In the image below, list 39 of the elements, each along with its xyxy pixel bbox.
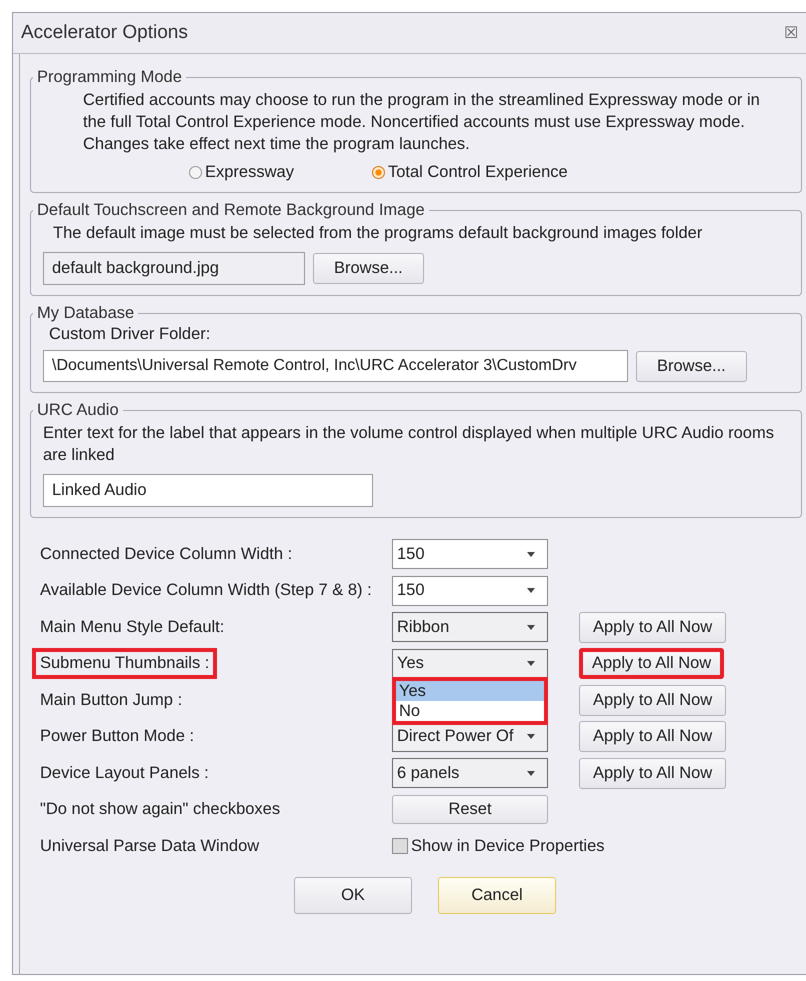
combo-box[interactable]: 150 [392,539,548,570]
caret-icon [527,588,535,594]
caret-icon [527,624,535,630]
group-title: URC Audio [36,401,120,420]
apply-button[interactable]: Apply to All Now [579,684,726,716]
radio-option[interactable]: Total Control Experience [372,163,568,182]
combo-box[interactable]: 150 [392,576,548,606]
setting-label: "Do not show again" checkboxes [39,799,282,820]
browse-button[interactable]: Browse... [313,253,424,284]
setting-label: Submenu Thumbnails : [32,648,218,680]
description-text: Certified accounts may choose to run the program in the streamlined Expressway mode or in the full Total Control Experience mode. Noncertified accounts must use Expressway mode. Changes take effect next time the program launches. [82,90,761,155]
description-text: Enter text for the label that appears in the volume control displayed when multiple URC Audio rooms are linked [43,423,775,466]
group-title: My Database [36,304,136,323]
caret-icon [527,770,535,776]
label-field[interactable]: Linked Audio [43,474,373,507]
caret-icon [527,552,535,557]
setting-label: Main Menu Style Default: [39,616,226,638]
reset-button[interactable]: Reset [392,795,548,824]
caret-icon [527,734,535,740]
caret-icon [527,661,535,666]
setting-label: Universal Parse Data Window [39,836,260,857]
group-title: Default Touchscreen and Remote Background Image [36,201,426,220]
group-title: Programming Mode [36,68,183,87]
window-title: Accelerator Options [21,22,188,44]
checkbox-option[interactable]: Show in Device Properties [392,836,605,856]
setting-label: Available Device Column Width (Step 7 & 8) : [39,580,373,602]
setting-label: Power Button Mode : [39,726,196,748]
dialog-button[interactable]: OK [294,876,412,914]
description-text: The default image must be selected from the programs default background images folder [52,223,704,244]
browse-button[interactable]: Browse... [636,350,747,382]
setting-label: Connected Device Column Width : [39,544,294,565]
dialog-button[interactable]: Cancel [438,876,556,914]
file-field[interactable]: default background.jpg [43,252,305,285]
setting-label: Main Button Jump : [39,690,184,711]
close-button[interactable]: ☒ [784,23,798,43]
folder-field[interactable]: \Documents\Universal Remote Control, Inc\URC Accelerator 3\CustomDrv [43,350,628,382]
field-label: Custom Driver Folder: [49,325,212,344]
setting-label: Device Layout Panels : [39,762,210,784]
radio-option[interactable]: Expressway [189,163,294,182]
